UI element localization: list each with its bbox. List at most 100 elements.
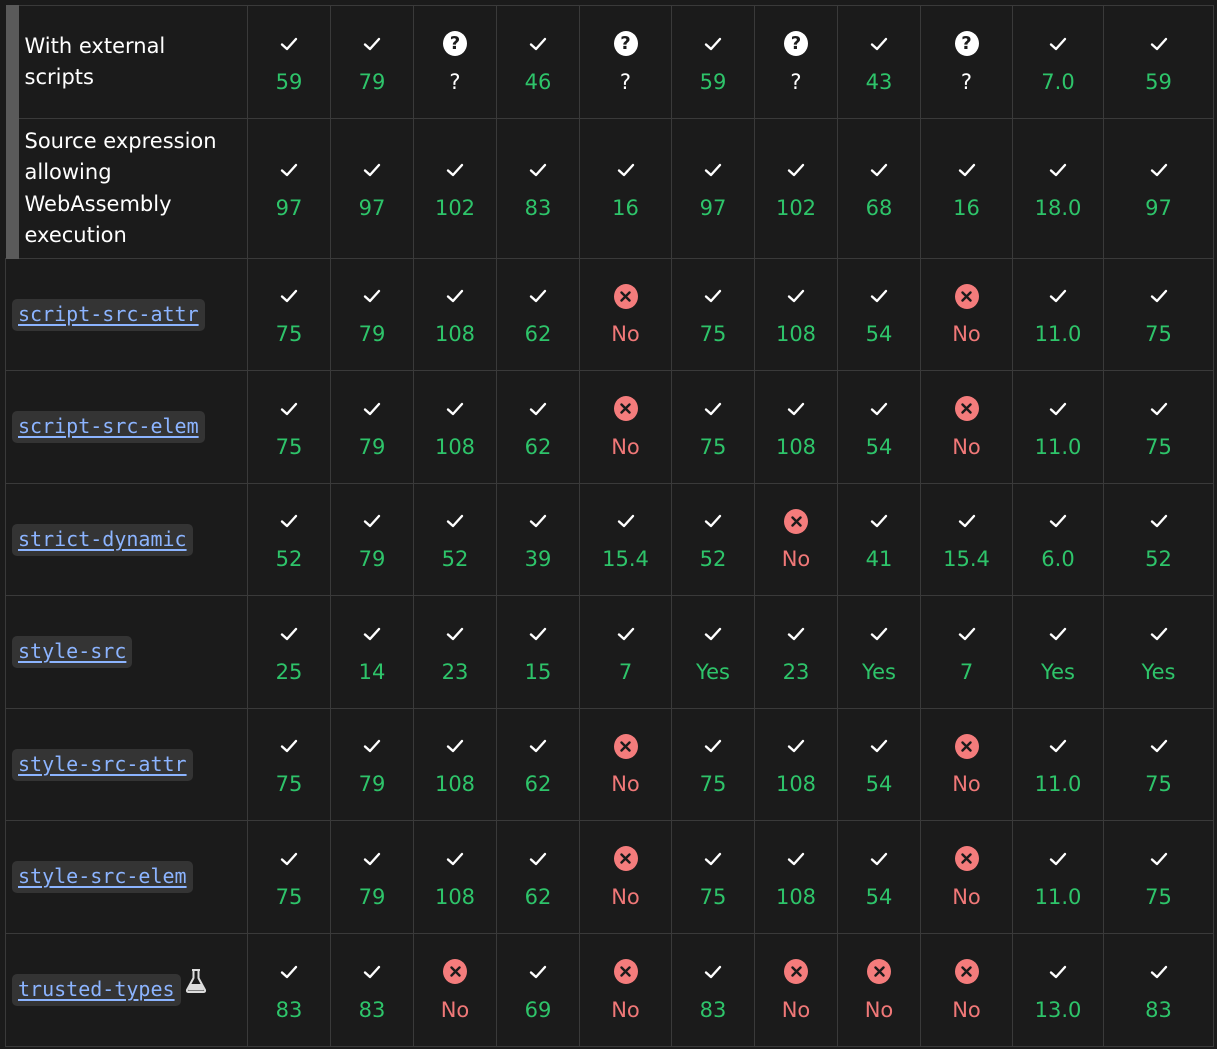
support-cell[interactable]: 11.0 [1012,708,1104,821]
support-cell[interactable]: 11.0 [1012,820,1104,934]
support-cell[interactable]: 25 [247,595,331,709]
support-cell[interactable]: 75 [1103,708,1214,821]
support-cell[interactable]: 15.4 [579,483,672,596]
support-cell[interactable]: No [920,370,1013,484]
feature-link[interactable]: script-src-attr [12,298,205,331]
support-cell[interactable]: 79 [330,370,414,484]
support-cell[interactable]: 102 [754,118,838,259]
support-cell[interactable]: 14 [330,595,414,709]
feature-link[interactable]: strict-dynamic [12,523,193,556]
support-cell[interactable]: 68 [837,118,921,259]
support-cell[interactable]: 54 [837,258,921,371]
support-cell[interactable]: 59 [1103,5,1214,119]
support-cell[interactable]: 13.0 [1012,933,1104,1047]
support-cell[interactable]: 75 [671,820,755,934]
support-cell[interactable]: 108 [413,708,497,821]
support-cell[interactable]: 108 [413,258,497,371]
support-cell[interactable]: No [579,708,672,821]
support-cell[interactable]: 75 [671,370,755,484]
support-cell[interactable]: 83 [330,933,414,1047]
support-cell[interactable]: 7 [579,595,672,709]
support-cell[interactable]: 54 [837,708,921,821]
support-cell[interactable]: 7 [920,595,1013,709]
support-cell[interactable]: No [920,258,1013,371]
support-cell[interactable]: 102 [413,118,497,259]
support-cell[interactable]: 11.0 [1012,370,1104,484]
support-cell[interactable]: 79 [330,5,414,119]
feature-link[interactable]: style-src [12,636,133,668]
support-cell[interactable]: 75 [247,820,331,934]
support-cell[interactable]: 39 [496,483,580,596]
support-cell[interactable]: ?? [920,5,1013,119]
support-cell[interactable]: 16 [920,118,1013,259]
support-cell[interactable]: 75 [671,258,755,371]
support-cell[interactable]: Yes [671,595,755,709]
support-cell[interactable]: 59 [671,5,755,119]
support-cell[interactable]: 108 [754,370,838,484]
support-cell[interactable]: No [579,258,672,371]
support-cell[interactable]: Yes [1103,595,1214,709]
support-cell[interactable]: 97 [671,118,755,259]
support-cell[interactable]: ?? [413,5,497,119]
support-cell[interactable]: 97 [330,118,414,259]
support-cell[interactable]: 108 [413,820,497,934]
support-cell[interactable]: 108 [754,820,838,934]
support-cell[interactable]: No [579,820,672,934]
support-cell[interactable]: No [754,933,838,1047]
support-cell[interactable]: 83 [496,118,580,259]
support-cell[interactable]: 52 [671,483,755,596]
support-cell[interactable]: ?? [579,5,672,119]
support-cell[interactable]: 54 [837,820,921,934]
support-cell[interactable]: 15 [496,595,580,709]
support-cell[interactable]: 75 [1103,820,1214,934]
support-cell[interactable]: No [837,933,921,1047]
support-cell[interactable]: 75 [247,258,331,371]
support-cell[interactable]: 79 [330,258,414,371]
support-cell[interactable]: 62 [496,820,580,934]
support-cell[interactable]: 52 [1103,483,1214,596]
support-cell[interactable]: No [579,370,672,484]
support-cell[interactable]: 62 [496,708,580,821]
support-cell[interactable]: 11.0 [1012,258,1104,371]
support-cell[interactable]: 54 [837,370,921,484]
support-cell[interactable]: 69 [496,933,580,1047]
support-cell[interactable]: 83 [1103,933,1214,1047]
feature-link[interactable]: trusted-types [12,974,181,1006]
support-cell[interactable]: 79 [330,820,414,934]
support-cell[interactable]: 62 [496,370,580,484]
support-cell[interactable]: 83 [671,933,755,1047]
support-cell[interactable]: 108 [754,258,838,371]
support-cell[interactable]: 75 [1103,258,1214,371]
support-cell[interactable]: No [579,933,672,1047]
support-cell[interactable]: 62 [496,258,580,371]
feature-link[interactable]: script-src-elem [12,411,205,443]
support-cell[interactable]: 79 [330,483,414,596]
support-cell[interactable]: 15.4 [920,483,1013,596]
support-cell[interactable]: No [920,820,1013,934]
support-cell[interactable]: 23 [413,595,497,709]
support-cell[interactable]: No [413,933,497,1047]
support-cell[interactable]: 59 [247,5,331,119]
support-cell[interactable]: 52 [247,483,331,596]
feature-link[interactable]: style-src-elem [12,861,193,893]
support-cell[interactable]: 7.0 [1012,5,1104,119]
support-cell[interactable]: No [920,933,1013,1047]
support-cell[interactable]: 97 [247,118,331,259]
support-cell[interactable]: 41 [837,483,921,596]
support-cell[interactable]: 75 [247,370,331,484]
support-cell[interactable]: 75 [247,708,331,821]
support-cell[interactable]: 97 [1103,118,1214,259]
support-cell[interactable]: 46 [496,5,580,119]
support-cell[interactable]: 83 [247,933,331,1047]
support-cell[interactable]: 79 [330,708,414,821]
support-cell[interactable]: 16 [579,118,672,259]
support-cell[interactable]: 43 [837,5,921,119]
support-cell[interactable]: 18.0 [1012,118,1104,259]
support-cell[interactable]: 75 [1103,370,1214,484]
feature-link[interactable]: style-src-attr [12,748,193,781]
support-cell[interactable]: Yes [837,595,921,709]
support-cell[interactable]: 75 [671,708,755,821]
support-cell[interactable]: ?? [754,5,838,119]
support-cell[interactable]: 108 [413,370,497,484]
support-cell[interactable]: 6.0 [1012,483,1104,596]
